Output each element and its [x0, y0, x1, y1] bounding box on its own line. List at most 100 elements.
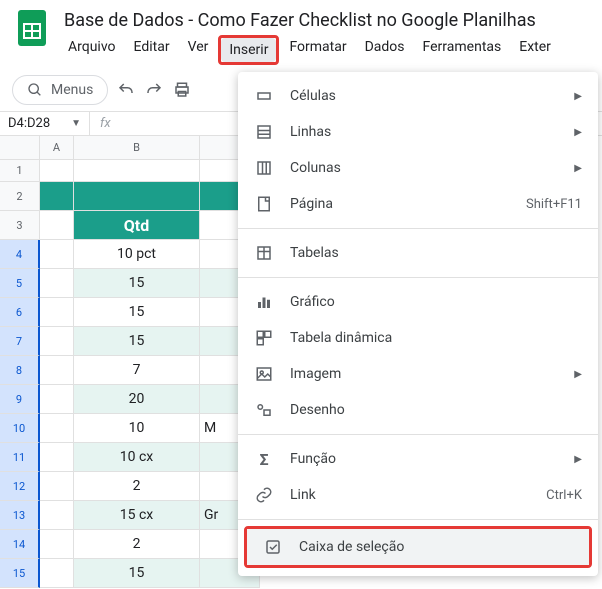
cell[interactable]: 20 [74, 385, 200, 414]
cell[interactable]: 2 [74, 530, 200, 559]
row-header[interactable]: 2 [0, 182, 40, 211]
menu-item-label: Tabela dinâmica [290, 330, 582, 346]
menu-item-tabela-dinamica[interactable]: Tabela dinâmica [238, 320, 598, 356]
cell[interactable]: Qtd [74, 211, 200, 240]
cell[interactable]: 10 pct [74, 240, 200, 269]
cell[interactable] [40, 240, 74, 269]
row-header[interactable]: 9 [0, 385, 40, 414]
cell[interactable] [40, 530, 74, 559]
redo-button[interactable] [144, 80, 164, 100]
cell[interactable] [74, 160, 200, 182]
menu-inserir[interactable]: Inserir [221, 38, 276, 62]
row-header[interactable]: 6 [0, 298, 40, 327]
menu-item-funcao[interactable]: Σ Função ▶ [238, 441, 598, 477]
menu-editar[interactable]: Editar [126, 35, 178, 65]
row-header[interactable]: 1 [0, 160, 40, 182]
search-icon [27, 82, 43, 98]
row-header[interactable]: 12 [0, 472, 40, 501]
cell[interactable] [40, 356, 74, 385]
sheet-icon [254, 194, 274, 214]
menu-item-label: Tabelas [290, 245, 582, 261]
menu-extensoes[interactable]: Exter [511, 35, 559, 65]
row-header[interactable]: 3 [0, 211, 40, 240]
menu-item-grafico[interactable]: Gráfico [238, 284, 598, 320]
cell[interactable] [40, 211, 74, 240]
menu-separator [238, 519, 598, 520]
cell[interactable] [40, 559, 74, 588]
chart-icon [254, 292, 274, 312]
menu-dados[interactable]: Dados [357, 35, 413, 65]
chevron-down-icon: ▼ [71, 118, 81, 129]
highlight-caixa-selecao: Caixa de seleção [244, 526, 592, 568]
menu-item-caixa-selecao[interactable]: Caixa de seleção [247, 529, 589, 565]
menu-item-pagina[interactable]: Página Shift+F11 [238, 186, 598, 222]
cells-icon [254, 86, 274, 106]
row-header[interactable]: 4 [0, 240, 40, 269]
columns-icon [254, 158, 274, 178]
cell[interactable] [40, 385, 74, 414]
menu-item-linhas[interactable]: Linhas ▶ [238, 114, 598, 150]
row-header[interactable]: 8 [0, 356, 40, 385]
cell[interactable] [40, 160, 74, 182]
menu-item-label: Colunas [290, 160, 558, 176]
name-box[interactable]: D4:D28 ▼ [0, 112, 90, 135]
cell[interactable] [40, 182, 74, 211]
row-header[interactable]: 14 [0, 530, 40, 559]
row-header[interactable]: 5 [0, 269, 40, 298]
cell[interactable] [40, 414, 74, 443]
cell[interactable]: 15 [74, 269, 200, 298]
menu-item-label: Células [290, 88, 558, 104]
insert-menu-dropdown: Células ▶ Linhas ▶ Colunas ▶ Página Shif… [238, 72, 598, 576]
menu-item-label: Página [290, 196, 510, 212]
menu-separator [238, 434, 598, 435]
cell[interactable]: 15 [74, 327, 200, 356]
cell[interactable]: 10 cx [74, 443, 200, 472]
row-header[interactable]: 11 [0, 443, 40, 472]
cell[interactable] [40, 327, 74, 356]
menu-item-tabelas[interactable]: Tabelas [238, 235, 598, 271]
menu-formatar[interactable]: Formatar [281, 35, 354, 65]
col-header-b[interactable]: B [74, 136, 200, 160]
row-header[interactable]: 13 [0, 501, 40, 530]
search-menus[interactable]: Menus [12, 75, 108, 105]
cell[interactable]: 7 [74, 356, 200, 385]
row-header[interactable]: 10 [0, 414, 40, 443]
menu-ferramentas[interactable]: Ferramentas [415, 35, 510, 65]
row-header[interactable]: 7 [0, 327, 40, 356]
cell[interactable]: 15 [74, 298, 200, 327]
menubar: Arquivo Editar Ver Inserir Formatar Dado… [60, 35, 602, 65]
document-title[interactable]: Base de Dados - Como Fazer Checklist no … [60, 8, 602, 33]
cell[interactable]: 10 [74, 414, 200, 443]
table-icon [254, 243, 274, 263]
menu-arquivo[interactable]: Arquivo [60, 35, 124, 65]
cell[interactable] [40, 472, 74, 501]
row-header[interactable]: 15 [0, 559, 40, 588]
cell[interactable] [40, 501, 74, 530]
rows-icon [254, 122, 274, 142]
cell[interactable]: 15 cx [74, 501, 200, 530]
print-button[interactable] [172, 80, 192, 100]
menu-item-celulas[interactable]: Células ▶ [238, 78, 598, 114]
cell[interactable] [74, 182, 200, 211]
cell[interactable] [40, 269, 74, 298]
select-all-corner[interactable] [0, 136, 40, 160]
menu-item-label: Função [290, 451, 558, 467]
function-icon: Σ [254, 449, 274, 469]
menu-item-label: Link [290, 487, 530, 503]
sheets-logo[interactable] [12, 8, 52, 48]
name-box-value: D4:D28 [8, 116, 50, 131]
cell[interactable] [40, 298, 74, 327]
menu-item-imagem[interactable]: Imagem ▶ [238, 356, 598, 392]
cell[interactable]: 15 [74, 559, 200, 588]
highlight-inserir: Inserir [218, 35, 279, 65]
menu-item-desenho[interactable]: Desenho [238, 392, 598, 428]
submenu-arrow-icon: ▶ [574, 369, 582, 380]
cell[interactable]: 2 [74, 472, 200, 501]
undo-button[interactable] [116, 80, 136, 100]
menu-ver[interactable]: Ver [180, 35, 217, 65]
menu-item-colunas[interactable]: Colunas ▶ [238, 150, 598, 186]
cell[interactable] [40, 443, 74, 472]
col-header-a[interactable]: A [40, 136, 74, 160]
menu-item-link[interactable]: Link Ctrl+K [238, 477, 598, 513]
submenu-arrow-icon: ▶ [574, 91, 582, 102]
